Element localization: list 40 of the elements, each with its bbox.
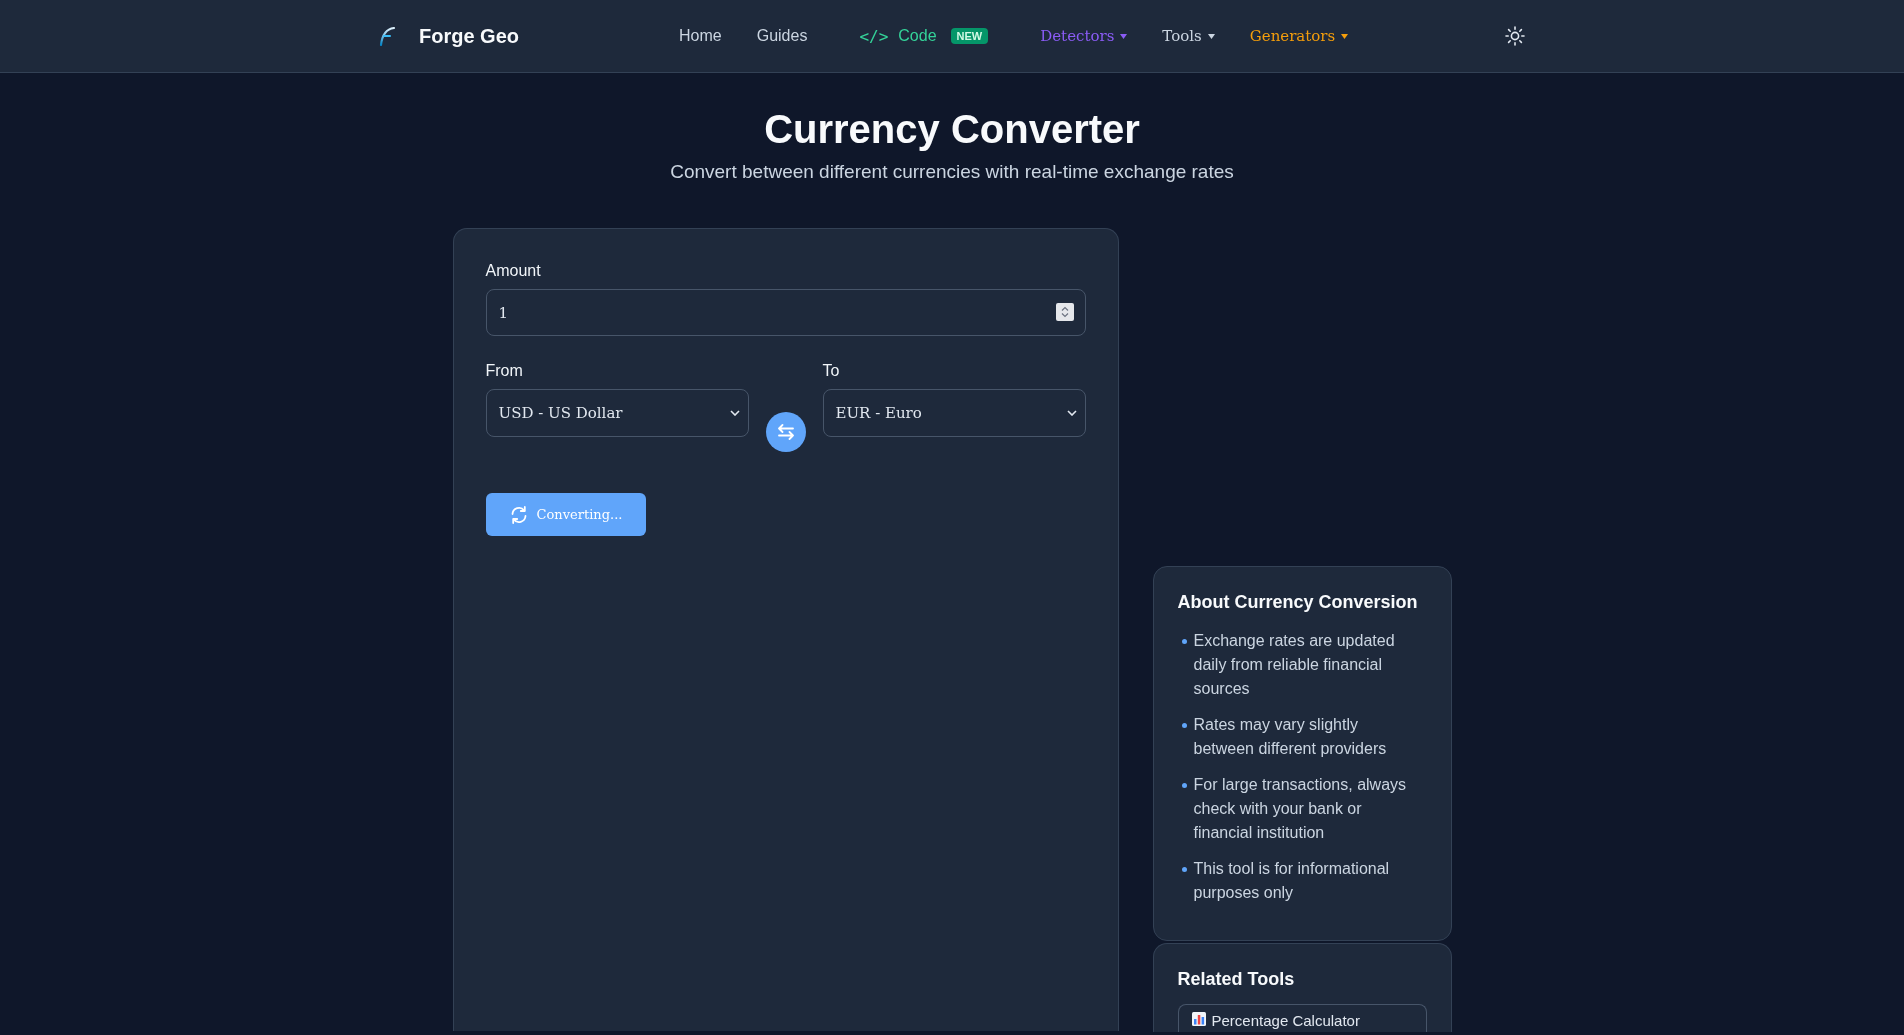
- nav-link[interactable]: Home: [679, 27, 722, 45]
- bullet-icon: [1181, 783, 1187, 788]
- theme-toggle-button[interactable]: [1505, 26, 1525, 46]
- sun-icon: [1505, 26, 1525, 46]
- code-symbol: </>: [859, 26, 889, 46]
- caret-icon: [1120, 33, 1128, 39]
- caret-icon: [1341, 33, 1349, 39]
- from-currency-select[interactable]: USD - US Dollar: [485, 389, 749, 437]
- info-text: For large transactions, always check with your bank or financial institution: [1193, 775, 1408, 843]
- stepper-icon[interactable]: [1055, 303, 1074, 321]
- chevron-icon: [1066, 410, 1077, 416]
- swap-button[interactable]: [765, 412, 806, 452]
- to-label: To: [822, 361, 840, 381]
- amount-input[interactable]: 1: [485, 289, 1086, 336]
- bar-chart-icon: [1191, 1012, 1206, 1026]
- page-title: Currency Converter: [764, 106, 1140, 152]
- page-subtitle: Convert between different currencies with real-time exchange rates: [670, 160, 1234, 184]
- related-tools-title: Related Tools: [1177, 968, 1296, 990]
- info-text: This tool is for informational purposes only: [1193, 859, 1391, 903]
- brand-name[interactable]: Forge Geo: [419, 24, 519, 48]
- info-text: Exchange rates are updated daily from reliable financial sources: [1193, 631, 1396, 699]
- nav-dropdown[interactable]: Generators: [1249, 27, 1349, 45]
- to-currency-select[interactable]: EUR - Euro: [822, 389, 1086, 437]
- nav-dropdown[interactable]: Tools: [1162, 27, 1215, 45]
- bullet-icon: [1181, 867, 1187, 872]
- new-badge: NEW: [950, 28, 989, 44]
- chevron-icon: [729, 410, 740, 416]
- nav-link[interactable]: Guides: [756, 27, 808, 45]
- about-title: About Currency Conversion: [1177, 591, 1419, 613]
- logo-icon[interactable]: [379, 26, 395, 46]
- from-label: From: [485, 361, 523, 381]
- bullet-icon: [1181, 723, 1187, 728]
- nav-link[interactable]: Code: [898, 27, 937, 45]
- caret-icon: [1207, 33, 1215, 39]
- amount-label: Amount: [485, 261, 541, 281]
- bullet-icon: [1181, 639, 1187, 644]
- nav-dropdown[interactable]: Detectors: [1040, 27, 1128, 45]
- info-text: Rates may vary slightly between different providers: [1193, 715, 1388, 759]
- swap-arrows-icon: [776, 424, 795, 440]
- related-tool-link[interactable]: Percentage Calculator: [1177, 1004, 1427, 1032]
